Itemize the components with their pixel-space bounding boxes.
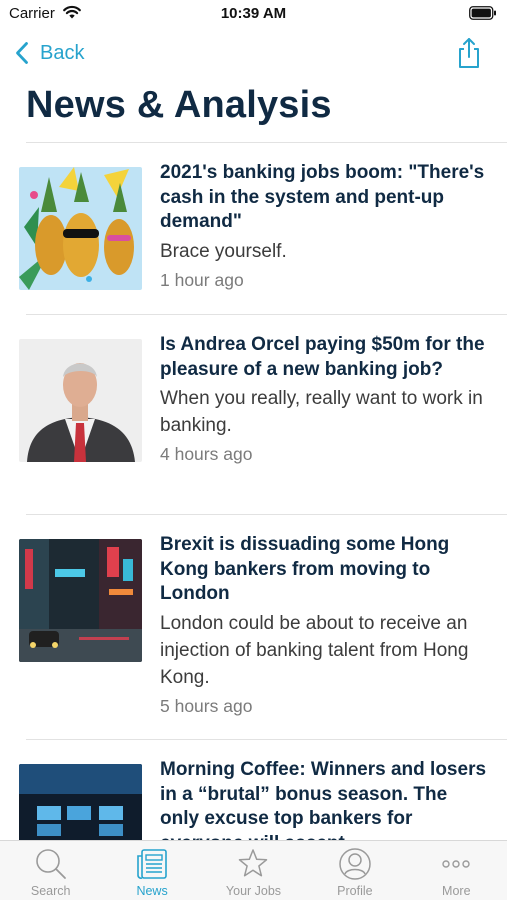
pineapples-party-image <box>19 167 142 290</box>
article-text: 2021's banking jobs boom: "There's cash … <box>160 161 490 291</box>
article-summary: London could be about to receive an inje… <box>160 612 469 688</box>
article-headline: Brexit is dissuading some Hong Kong bank… <box>160 534 450 604</box>
tab-bar: Search News Your Jobs Profile More <box>0 840 507 900</box>
tab-your-jobs[interactable]: Your Jobs <box>203 841 304 900</box>
tab-label: Profile <box>337 884 373 898</box>
status-bar: Carrier 10:39 AM <box>0 0 507 30</box>
more-icon <box>442 860 470 868</box>
article-item[interactable]: Is Andrea Orcel paying $50m for the plea… <box>0 315 507 515</box>
article-headline: Morning Coffee: Winners and losers in a … <box>160 759 487 840</box>
navigation-bar: Back <box>0 30 507 76</box>
article-headline: 2021's banking jobs boom: "There's cash … <box>160 162 485 232</box>
hong-kong-street-night-image <box>19 539 142 662</box>
profile-icon <box>339 848 371 880</box>
back-label: Back <box>40 41 85 64</box>
battery-icon <box>469 6 496 20</box>
status-time: 10:39 AM <box>220 5 287 22</box>
article-time: 1 hour ago <box>160 269 244 290</box>
tab-label: More <box>442 884 471 898</box>
article-item[interactable]: Brexit is dissuading some Hong Kong bank… <box>0 515 507 740</box>
article-time: 4 hours ago <box>160 444 253 464</box>
tab-label: Your Jobs <box>225 884 282 898</box>
tab-profile[interactable]: Profile <box>304 841 405 900</box>
businessman-portrait-image <box>19 339 142 462</box>
tab-label: News <box>136 884 168 898</box>
tab-more[interactable]: More <box>406 841 507 900</box>
article-text: Morning Coffee: Winners and losers in a … <box>160 758 490 840</box>
search-icon <box>35 849 66 879</box>
article-summary: Brace yourself. <box>160 240 287 262</box>
tab-search[interactable]: Search <box>0 841 101 900</box>
article-summary: When you really, really want to work in … <box>160 388 483 436</box>
article-item[interactable]: 2021's banking jobs boom: "There's cash … <box>0 143 507 315</box>
news-feed[interactable]: 2021's banking jobs boom: "There's cash … <box>0 143 507 840</box>
chevron-left-icon <box>16 42 28 64</box>
tab-label: Search <box>30 884 71 898</box>
article-headline: Is Andrea Orcel paying $50m for the plea… <box>160 334 485 380</box>
trading-floor-screens-image <box>19 764 142 840</box>
back-button[interactable]: Back <box>14 38 84 68</box>
article-item[interactable]: Morning Coffee: Winners and losers in a … <box>0 740 507 840</box>
star-icon <box>239 849 268 877</box>
article-time: 5 hours ago <box>160 695 253 716</box>
tab-news[interactable]: News <box>101 841 202 900</box>
article-text: Is Andrea Orcel paying $50m for the plea… <box>160 333 490 465</box>
news-icon <box>137 849 167 879</box>
article-text: Brexit is dissuading some Hong Kong bank… <box>160 533 490 717</box>
share-icon[interactable] <box>455 36 483 70</box>
page-title: News & Analysis <box>26 84 332 126</box>
